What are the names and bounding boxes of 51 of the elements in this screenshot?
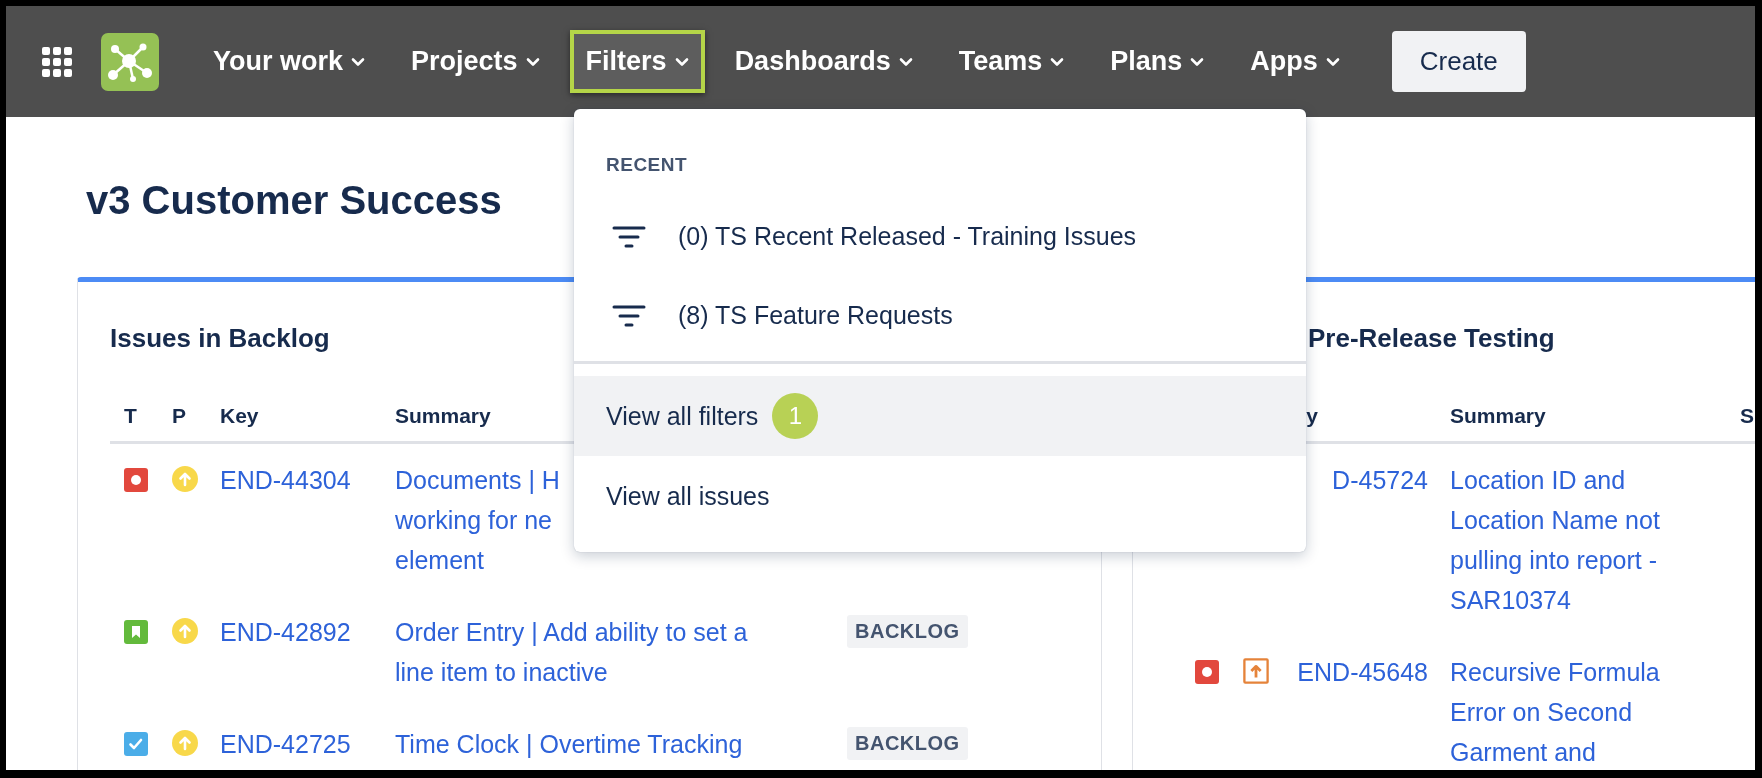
column-header: P	[172, 403, 186, 429]
nav-menu[interactable]: Plans	[1094, 30, 1221, 93]
issue-key-link[interactable]: END-42725	[220, 724, 395, 764]
column-header: T	[123, 403, 137, 429]
menu-link-label: View all filters	[606, 401, 759, 431]
nav-menu[interactable]: Dashboards	[718, 30, 929, 93]
filter-icon	[612, 224, 646, 249]
nav-menu[interactable]: Apps	[1234, 30, 1356, 93]
column-header: Key	[220, 403, 259, 429]
filter-name: (0) TS Recent Released - Training Issues	[678, 222, 1137, 251]
issue-key-link[interactable]: END-44304	[220, 460, 395, 500]
issue-summary-link[interactable]: Location ID and Location Name not pulling into report - SAR10374	[1450, 460, 1660, 620]
filter-icon	[612, 303, 646, 328]
logo-icon[interactable]	[101, 32, 159, 91]
chevron-down-icon	[1325, 56, 1340, 67]
section-heading: RECENT	[605, 153, 689, 177]
menu-link[interactable]: View all issues	[574, 456, 1306, 536]
issue-summary-link[interactable]: Time Clock | Overtime Tracking	[395, 724, 743, 764]
nav-menu[interactable]: Teams	[942, 30, 1081, 93]
create-button[interactable]: Create	[1391, 31, 1526, 92]
menu-link[interactable]: View all filters 1	[574, 376, 1306, 456]
recent-filter-item[interactable]: (8) TS Feature Requests	[574, 276, 1306, 355]
issue-key-link[interactable]: D-45724	[1332, 460, 1428, 500]
nav-menu[interactable]: Your work	[197, 30, 382, 93]
chevron-down-icon	[1190, 56, 1205, 67]
issue-summary-link[interactable]: Recursive Formula Error on Second Garment and	[1450, 652, 1660, 770]
step-badge: 1	[772, 393, 819, 439]
nav-menu[interactable]: Filters	[569, 30, 705, 93]
chevron-down-icon	[525, 56, 540, 67]
gadget-title: Issues in Backlog	[110, 322, 331, 354]
chevron-down-icon	[351, 56, 366, 67]
issue-summary-link[interactable]: Documents | H working for ne element	[395, 460, 560, 580]
column-header: Summary	[1450, 403, 1546, 429]
gadget-title: Pre-Release Testing	[1308, 322, 1556, 354]
recent-filter-item[interactable]: (0) TS Recent Released - Training Issues	[574, 197, 1306, 276]
issue-summary-link[interactable]: Order Entry | Add ability to set a line item to inactive	[395, 612, 748, 692]
chevron-down-icon	[1050, 56, 1065, 67]
chevron-down-icon	[898, 56, 913, 67]
nav-menu[interactable]: Projects	[395, 30, 556, 93]
filter-name: (8) TS Feature Requests	[678, 301, 953, 330]
column-header: S	[1740, 403, 1754, 429]
menu-link-label: View all issues	[606, 481, 770, 511]
status-lozenge: BACKLOG	[847, 615, 968, 648]
column-header: y	[1305, 403, 1318, 429]
issue-key-link[interactable]: END-42892	[220, 612, 395, 652]
app-grid-icon[interactable]	[42, 46, 72, 77]
column-header: Summary	[395, 403, 491, 429]
chevron-down-icon	[674, 56, 689, 67]
status-lozenge: BACKLOG	[847, 727, 968, 760]
page-title: v3 Customer Success	[86, 177, 502, 224]
issue-key-link[interactable]: END-45648	[1297, 652, 1428, 692]
